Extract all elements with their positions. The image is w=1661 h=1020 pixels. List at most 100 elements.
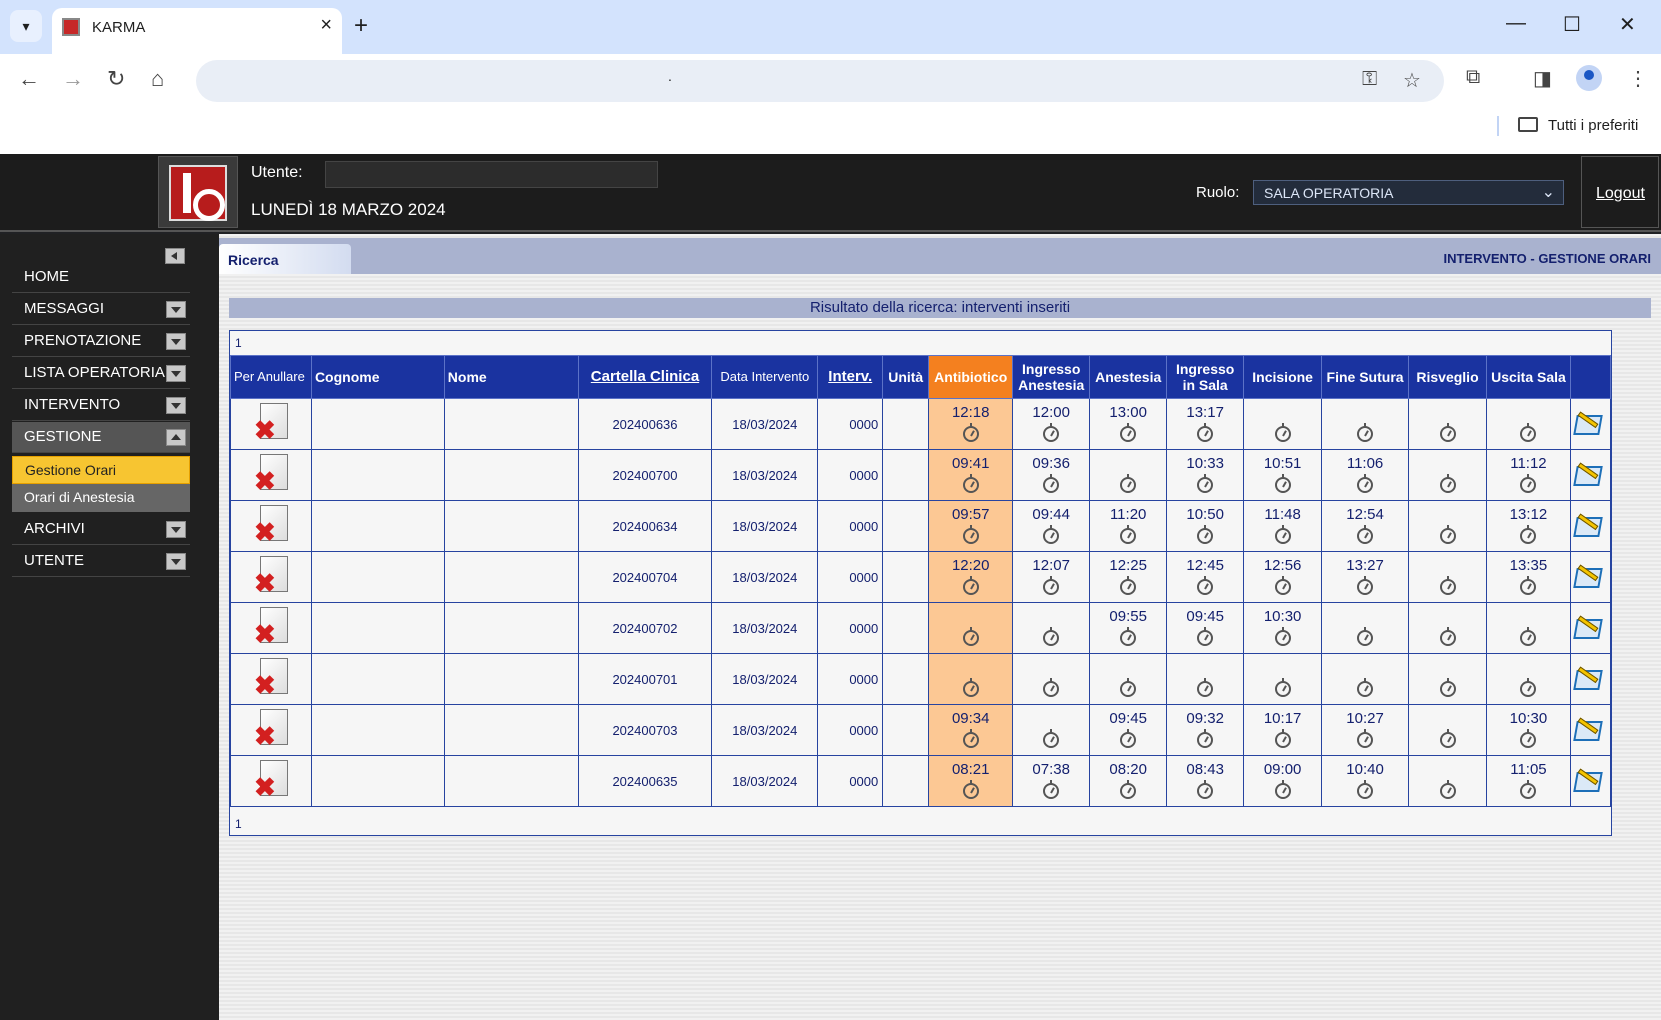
stopwatch-icon[interactable]: [1197, 575, 1214, 595]
stopwatch-icon[interactable]: [1439, 575, 1456, 595]
delete-document-icon[interactable]: ✖: [252, 453, 290, 494]
close-tab-icon[interactable]: ×: [320, 14, 332, 37]
stopwatch-icon[interactable]: [1120, 626, 1137, 646]
stopwatch-icon[interactable]: [1197, 473, 1214, 493]
stopwatch-icon[interactable]: [1043, 779, 1060, 799]
delete-document-icon[interactable]: ✖: [252, 759, 290, 800]
stopwatch-icon[interactable]: [1274, 779, 1291, 799]
stopwatch-icon[interactable]: [1274, 728, 1291, 748]
stopwatch-icon[interactable]: [1197, 524, 1214, 544]
browser-tab[interactable]: KARMA ×: [52, 8, 342, 54]
stopwatch-icon[interactable]: [1120, 728, 1137, 748]
close-window-icon[interactable]: ✕: [1619, 12, 1636, 37]
expand-arrow-icon[interactable]: [166, 333, 186, 350]
edit-pencil-icon[interactable]: [1573, 511, 1605, 539]
stopwatch-icon[interactable]: [1274, 626, 1291, 646]
back-arrow-icon[interactable]: ←: [18, 66, 40, 92]
stopwatch-icon[interactable]: [1439, 677, 1456, 697]
stopwatch-icon[interactable]: [1357, 422, 1374, 442]
stopwatch-icon[interactable]: [1520, 473, 1537, 493]
stopwatch-icon[interactable]: [1357, 728, 1374, 748]
reload-icon[interactable]: ↻: [107, 66, 125, 92]
stopwatch-icon[interactable]: [1043, 473, 1060, 493]
expand-arrow-icon[interactable]: [166, 301, 186, 318]
edit-pencil-icon[interactable]: [1573, 715, 1605, 743]
stopwatch-icon[interactable]: [1043, 677, 1060, 697]
delete-document-icon[interactable]: ✖: [252, 606, 290, 647]
all-bookmarks-link[interactable]: Tutti i preferiti: [1548, 117, 1638, 134]
stopwatch-icon[interactable]: [1520, 728, 1537, 748]
stopwatch-icon[interactable]: [1274, 524, 1291, 544]
more-menu-icon[interactable]: ⋮: [1628, 66, 1648, 91]
expand-arrow-icon[interactable]: [166, 521, 186, 538]
col-cartella-clinica-sort[interactable]: Cartella Clinica: [577, 355, 713, 399]
stopwatch-icon[interactable]: [962, 473, 979, 493]
sidebar-item-gestione[interactable]: GESTIONE: [12, 422, 190, 453]
sidebar-item-utente[interactable]: UTENTE: [12, 546, 190, 577]
stopwatch-icon[interactable]: [1274, 473, 1291, 493]
stopwatch-icon[interactable]: [1120, 677, 1137, 697]
stopwatch-icon[interactable]: [1043, 626, 1060, 646]
edit-pencil-icon[interactable]: [1573, 766, 1605, 794]
edit-pencil-icon[interactable]: [1573, 613, 1605, 641]
stopwatch-icon[interactable]: [1197, 728, 1214, 748]
extensions-icon[interactable]: ⧉: [1466, 66, 1480, 89]
edit-pencil-icon[interactable]: [1573, 409, 1605, 437]
edit-pencil-icon[interactable]: [1573, 460, 1605, 488]
collapse-arrow-icon[interactable]: [166, 429, 186, 446]
stopwatch-icon[interactable]: [1274, 422, 1291, 442]
stopwatch-icon[interactable]: [1197, 779, 1214, 799]
sidebar-item-archivi[interactable]: ARCHIVI: [12, 514, 190, 545]
stopwatch-icon[interactable]: [962, 626, 979, 646]
minimize-icon[interactable]: —: [1506, 12, 1526, 35]
address-bar[interactable]: . ⚿ ☆: [196, 60, 1444, 102]
stopwatch-icon[interactable]: [1439, 422, 1456, 442]
sidebar-item-home[interactable]: HOME: [12, 262, 190, 293]
tab-search-button[interactable]: ▾: [10, 10, 42, 42]
stopwatch-icon[interactable]: [1197, 422, 1214, 442]
maximize-icon[interactable]: ☐: [1563, 12, 1581, 37]
stopwatch-icon[interactable]: [1274, 677, 1291, 697]
expand-arrow-icon[interactable]: [166, 553, 186, 570]
sidebar-item-prenotazione[interactable]: PRENOTAZIONE: [12, 326, 190, 357]
side-panel-icon[interactable]: ◨: [1533, 66, 1552, 91]
stopwatch-icon[interactable]: [1043, 524, 1060, 544]
sidebar-subitem-gestione-orari[interactable]: Gestione Orari: [12, 456, 190, 484]
stopwatch-icon[interactable]: [1439, 626, 1456, 646]
key-icon[interactable]: ⚿: [1362, 68, 1377, 91]
delete-document-icon[interactable]: ✖: [252, 708, 290, 749]
stopwatch-icon[interactable]: [1520, 677, 1537, 697]
stopwatch-icon[interactable]: [1357, 677, 1374, 697]
stopwatch-icon[interactable]: [1357, 575, 1374, 595]
stopwatch-icon[interactable]: [1520, 524, 1537, 544]
stopwatch-icon[interactable]: [962, 575, 979, 595]
stopwatch-icon[interactable]: [962, 728, 979, 748]
expand-arrow-icon[interactable]: [166, 365, 186, 382]
delete-document-icon[interactable]: ✖: [252, 555, 290, 596]
delete-document-icon[interactable]: ✖: [252, 402, 290, 443]
stopwatch-icon[interactable]: [1043, 575, 1060, 595]
sidebar-subitem-orari-anestesia[interactable]: Orari di Anestesia: [12, 484, 190, 512]
stopwatch-icon[interactable]: [1120, 779, 1137, 799]
stopwatch-icon[interactable]: [1357, 473, 1374, 493]
stopwatch-icon[interactable]: [1357, 779, 1374, 799]
stopwatch-icon[interactable]: [1357, 524, 1374, 544]
pager-top[interactable]: 1: [235, 336, 242, 350]
role-select[interactable]: SALA OPERATORIA ⌄: [1253, 180, 1564, 205]
stopwatch-icon[interactable]: [1520, 779, 1537, 799]
stopwatch-icon[interactable]: [1439, 728, 1456, 748]
pager-bottom[interactable]: 1: [235, 817, 242, 831]
edit-pencil-icon[interactable]: [1573, 562, 1605, 590]
logout-link[interactable]: Logout: [1596, 185, 1645, 203]
stopwatch-icon[interactable]: [962, 779, 979, 799]
tab-ricerca[interactable]: Ricerca: [219, 244, 351, 274]
new-tab-icon[interactable]: +: [354, 12, 368, 40]
stopwatch-icon[interactable]: [1439, 473, 1456, 493]
delete-document-icon[interactable]: ✖: [252, 504, 290, 545]
stopwatch-icon[interactable]: [1120, 422, 1137, 442]
stopwatch-icon[interactable]: [1043, 728, 1060, 748]
stopwatch-icon[interactable]: [1520, 422, 1537, 442]
home-icon[interactable]: ⌂: [151, 66, 164, 92]
stopwatch-icon[interactable]: [1439, 524, 1456, 544]
col-interv-sort[interactable]: Interv.: [817, 355, 884, 399]
